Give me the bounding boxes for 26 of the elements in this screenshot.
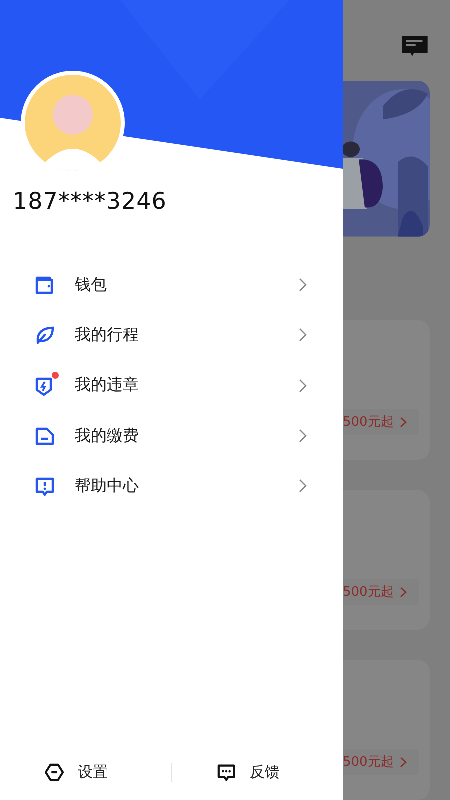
price-text: 500元起: [343, 754, 394, 771]
chevron-icon: [299, 429, 307, 444]
help-icon: [34, 475, 56, 498]
message-icon: [217, 762, 236, 782]
phone-number: 187****3246: [13, 189, 167, 215]
price-text: 500元起: [343, 584, 394, 601]
chevron-icon: [400, 416, 407, 428]
settings-icon: [45, 762, 64, 782]
document-icon: [34, 425, 56, 448]
menu-item[interactable]: 我的违章: [0, 360, 343, 411]
menu-item[interactable]: 我的行程: [0, 310, 343, 361]
chevron-icon: [299, 479, 307, 494]
price-text: 500元起: [343, 414, 394, 431]
chevron-icon: [299, 378, 307, 393]
leaf-icon: [34, 324, 56, 346]
wallet-icon: [34, 274, 56, 296]
menu-item[interactable]: 帮助中心: [0, 461, 343, 512]
message-icon[interactable]: [400, 36, 430, 58]
footer-button[interactable]: 反馈: [171, 762, 343, 782]
footer-button[interactable]: 设置: [0, 762, 171, 782]
menu-item[interactable]: 我的缴费: [0, 410, 343, 462]
chevron-icon: [400, 756, 407, 768]
chevron-icon: [299, 278, 307, 292]
chevron-icon: [299, 328, 307, 342]
menu-item[interactable]: 钱包: [0, 260, 343, 310]
chevron-icon: [400, 586, 407, 598]
